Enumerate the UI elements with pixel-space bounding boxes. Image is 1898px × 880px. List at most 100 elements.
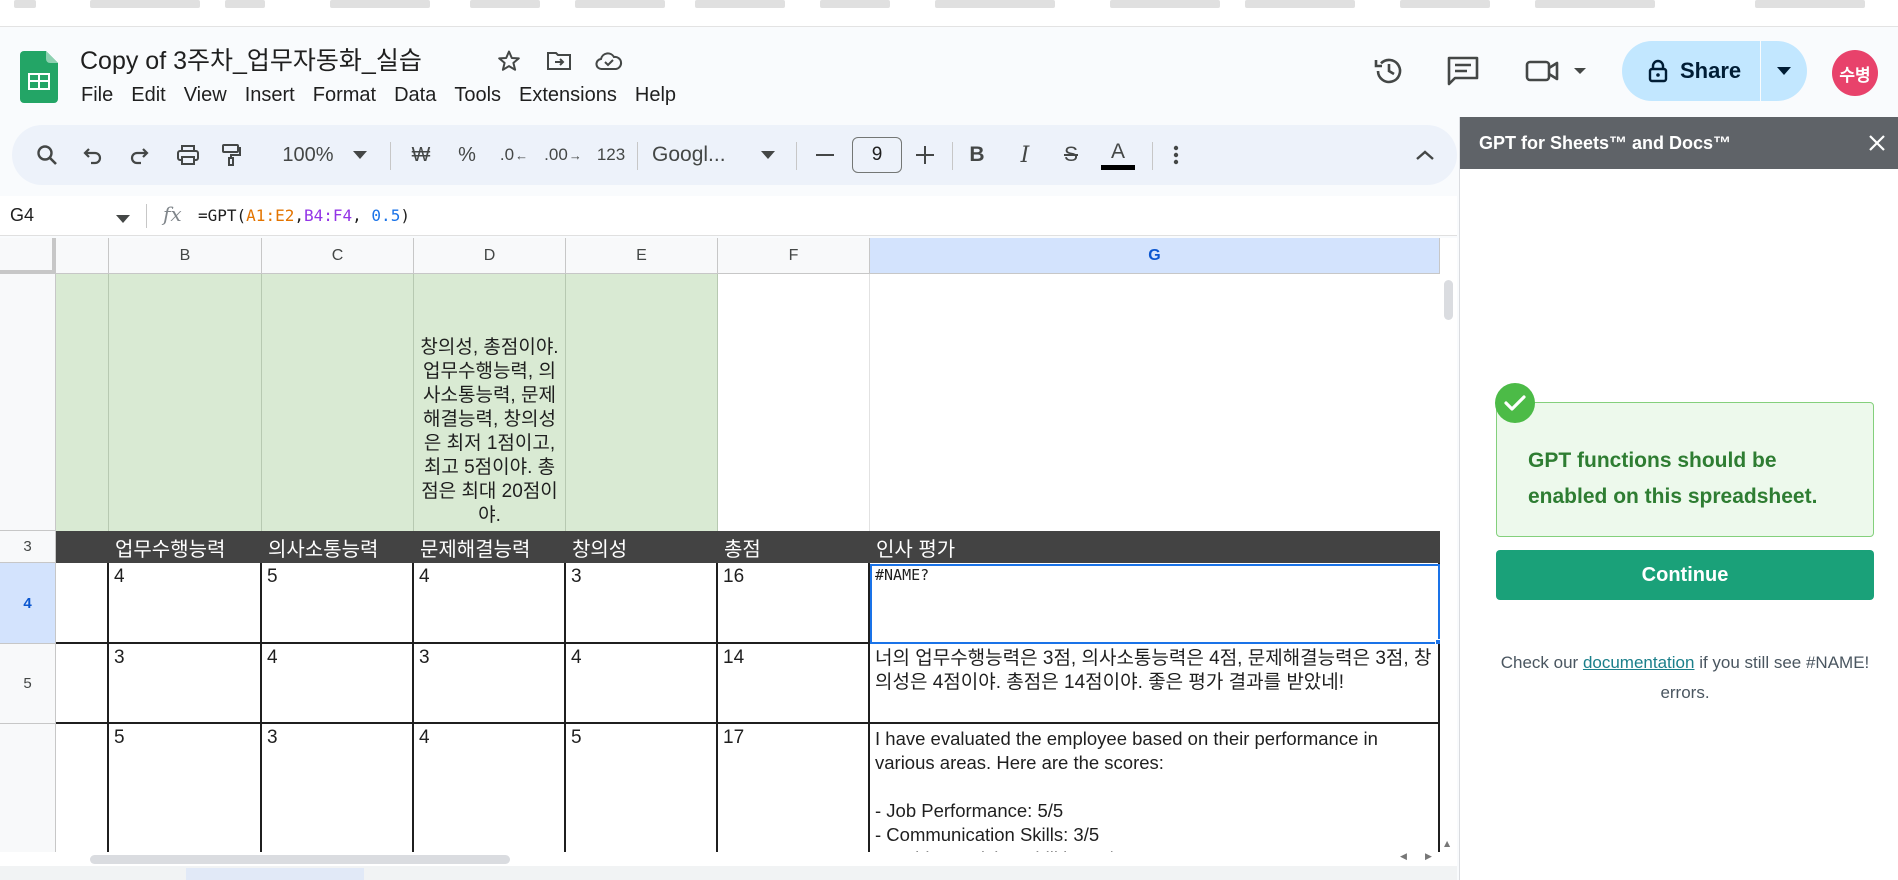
name-box[interactable]: G4	[10, 205, 34, 226]
cell-c2[interactable]	[262, 274, 414, 531]
menu-extensions[interactable]: Extensions	[510, 82, 626, 109]
percent-format-button[interactable]: %	[450, 125, 484, 185]
column-header-f[interactable]: F	[718, 238, 870, 274]
text-color-icon[interactable]: A	[1098, 125, 1138, 185]
menu-file[interactable]: File	[72, 82, 122, 109]
share-dropdown-icon[interactable]	[1761, 67, 1807, 75]
row-header-6[interactable]: 6	[0, 724, 56, 858]
cell-f5[interactable]: 14	[718, 644, 870, 724]
strikethrough-icon[interactable]: S	[1054, 125, 1088, 185]
cell-e4[interactable]: 3	[566, 563, 718, 644]
zoom-select[interactable]: 100%	[274, 125, 342, 185]
column-header-c[interactable]: C	[262, 238, 414, 274]
paint-format-icon[interactable]	[216, 125, 246, 185]
header-creativity[interactable]: 창의성	[566, 531, 718, 563]
bookmark-item[interactable]	[935, 0, 1055, 8]
menu-tools[interactable]: Tools	[445, 82, 510, 109]
bookmark-item[interactable]	[1245, 0, 1355, 8]
avatar[interactable]: 수병	[1832, 50, 1878, 96]
row-header-4[interactable]: 4	[0, 563, 56, 644]
bookmark-item[interactable]	[90, 0, 200, 8]
cell-g6[interactable]: I have evaluated the employee based on t…	[870, 724, 1440, 858]
collapse-menus-icon[interactable]	[1410, 125, 1440, 185]
increase-font-size-icon[interactable]	[910, 125, 940, 185]
header-job-performance[interactable]: 업무수행능력	[109, 531, 262, 563]
star-icon[interactable]	[494, 46, 524, 76]
bookmark-item[interactable]	[470, 0, 540, 8]
zoom-dropdown-icon[interactable]	[348, 125, 372, 185]
cell-a3[interactable]	[56, 531, 109, 563]
menu-data[interactable]: Data	[385, 82, 445, 109]
cell-g4[interactable]: #NAME?	[870, 563, 1440, 644]
bookmark-item[interactable]	[1400, 0, 1490, 8]
decrease-font-size-icon[interactable]	[810, 125, 840, 185]
cell-a4[interactable]	[56, 563, 109, 644]
bookmark-item[interactable]	[575, 0, 665, 8]
name-box-dropdown-icon[interactable]	[116, 210, 130, 228]
cell-f6[interactable]: 17	[718, 724, 870, 858]
row-header-5[interactable]: 5	[0, 644, 56, 724]
cell-f2[interactable]	[718, 274, 870, 531]
header-communication[interactable]: 의사소통능력	[262, 531, 414, 563]
scroll-right-icon[interactable]: ▶	[1425, 852, 1432, 862]
cell-d4[interactable]: 4	[414, 563, 566, 644]
header-hr-evaluation[interactable]: 인사 평가	[870, 531, 1440, 563]
move-to-folder-icon[interactable]	[544, 46, 574, 76]
cell-b6[interactable]: 5	[109, 724, 262, 858]
formula-input[interactable]: =GPT(A1:E2,B4:F4, 0.5)	[198, 206, 410, 225]
apps-icon[interactable]	[14, 0, 36, 8]
continue-button[interactable]: Continue	[1496, 550, 1874, 600]
currency-format-button[interactable]: ₩	[404, 125, 438, 185]
cell-b4[interactable]: 4	[109, 563, 262, 644]
cell-d5[interactable]: 3	[414, 644, 566, 724]
bookmark-item[interactable]	[820, 0, 890, 8]
cell-c6[interactable]: 3	[262, 724, 414, 858]
print-icon[interactable]	[172, 125, 204, 185]
scroll-left-icon[interactable]: ◀	[1400, 852, 1407, 862]
row-header-3[interactable]: 3	[0, 531, 56, 563]
search-menus-icon[interactable]	[32, 125, 62, 185]
cell-b2[interactable]	[109, 274, 262, 531]
bookmark-item[interactable]	[695, 0, 785, 8]
more-formats-button[interactable]: 123	[590, 125, 632, 185]
cell-g5[interactable]: 너의 업무수행능력은 3점, 의사소통능력은 4점, 문제해결능력은 3점, 창…	[870, 644, 1440, 724]
bookmark-item[interactable]	[330, 0, 430, 8]
column-header-b[interactable]: B	[109, 238, 262, 274]
scroll-up-icon[interactable]: ▲	[1444, 839, 1450, 848]
meet-call-icon[interactable]	[1524, 51, 1594, 91]
cell-d6[interactable]: 4	[414, 724, 566, 858]
documentation-link[interactable]: documentation	[1583, 653, 1695, 672]
cell-d2[interactable]: 창의성, 총점이야. 업무수행능력, 의사소통능력, 문제해결능력, 창의성은 …	[414, 274, 566, 531]
redo-icon[interactable]	[124, 125, 154, 185]
horizontal-scrollbar[interactable]: ◀ ▶	[0, 852, 1457, 866]
document-title[interactable]: Copy of 3주차_업무자동화_실습	[80, 41, 422, 77]
share-button[interactable]: Share	[1622, 41, 1807, 101]
font-size-input[interactable]: 9	[852, 137, 902, 173]
bookmark-item[interactable]	[1535, 0, 1655, 8]
cell-b5[interactable]: 3	[109, 644, 262, 724]
column-header-a[interactable]	[56, 238, 109, 274]
more-options-icon[interactable]	[1164, 125, 1188, 185]
horizontal-scroll-thumb[interactable]	[90, 855, 510, 864]
menu-edit[interactable]: Edit	[122, 82, 174, 109]
header-total[interactable]: 총점	[718, 531, 870, 563]
bookmark-item[interactable]	[1110, 0, 1220, 8]
cell-e2[interactable]	[566, 274, 718, 531]
vertical-scroll-thumb[interactable]	[1444, 280, 1453, 320]
bookmark-item[interactable]	[225, 0, 265, 8]
cloud-saved-icon[interactable]	[594, 46, 624, 76]
header-problem-solving[interactable]: 문제해결능력	[414, 531, 566, 563]
version-history-icon[interactable]	[1369, 51, 1409, 91]
cell-g2[interactable]	[870, 274, 1440, 531]
cell-a5[interactable]	[56, 644, 109, 724]
cell-a6[interactable]	[56, 724, 109, 858]
italic-icon[interactable]: I	[1008, 125, 1042, 185]
font-dropdown-icon[interactable]	[756, 125, 780, 185]
menu-insert[interactable]: Insert	[236, 82, 304, 109]
sheets-logo-icon[interactable]	[20, 51, 58, 103]
cell-e5[interactable]: 4	[566, 644, 718, 724]
cell-e6[interactable]: 5	[566, 724, 718, 858]
increase-decimal-button[interactable]: .00 →	[542, 125, 584, 185]
cell-c5[interactable]: 4	[262, 644, 414, 724]
undo-icon[interactable]	[78, 125, 108, 185]
